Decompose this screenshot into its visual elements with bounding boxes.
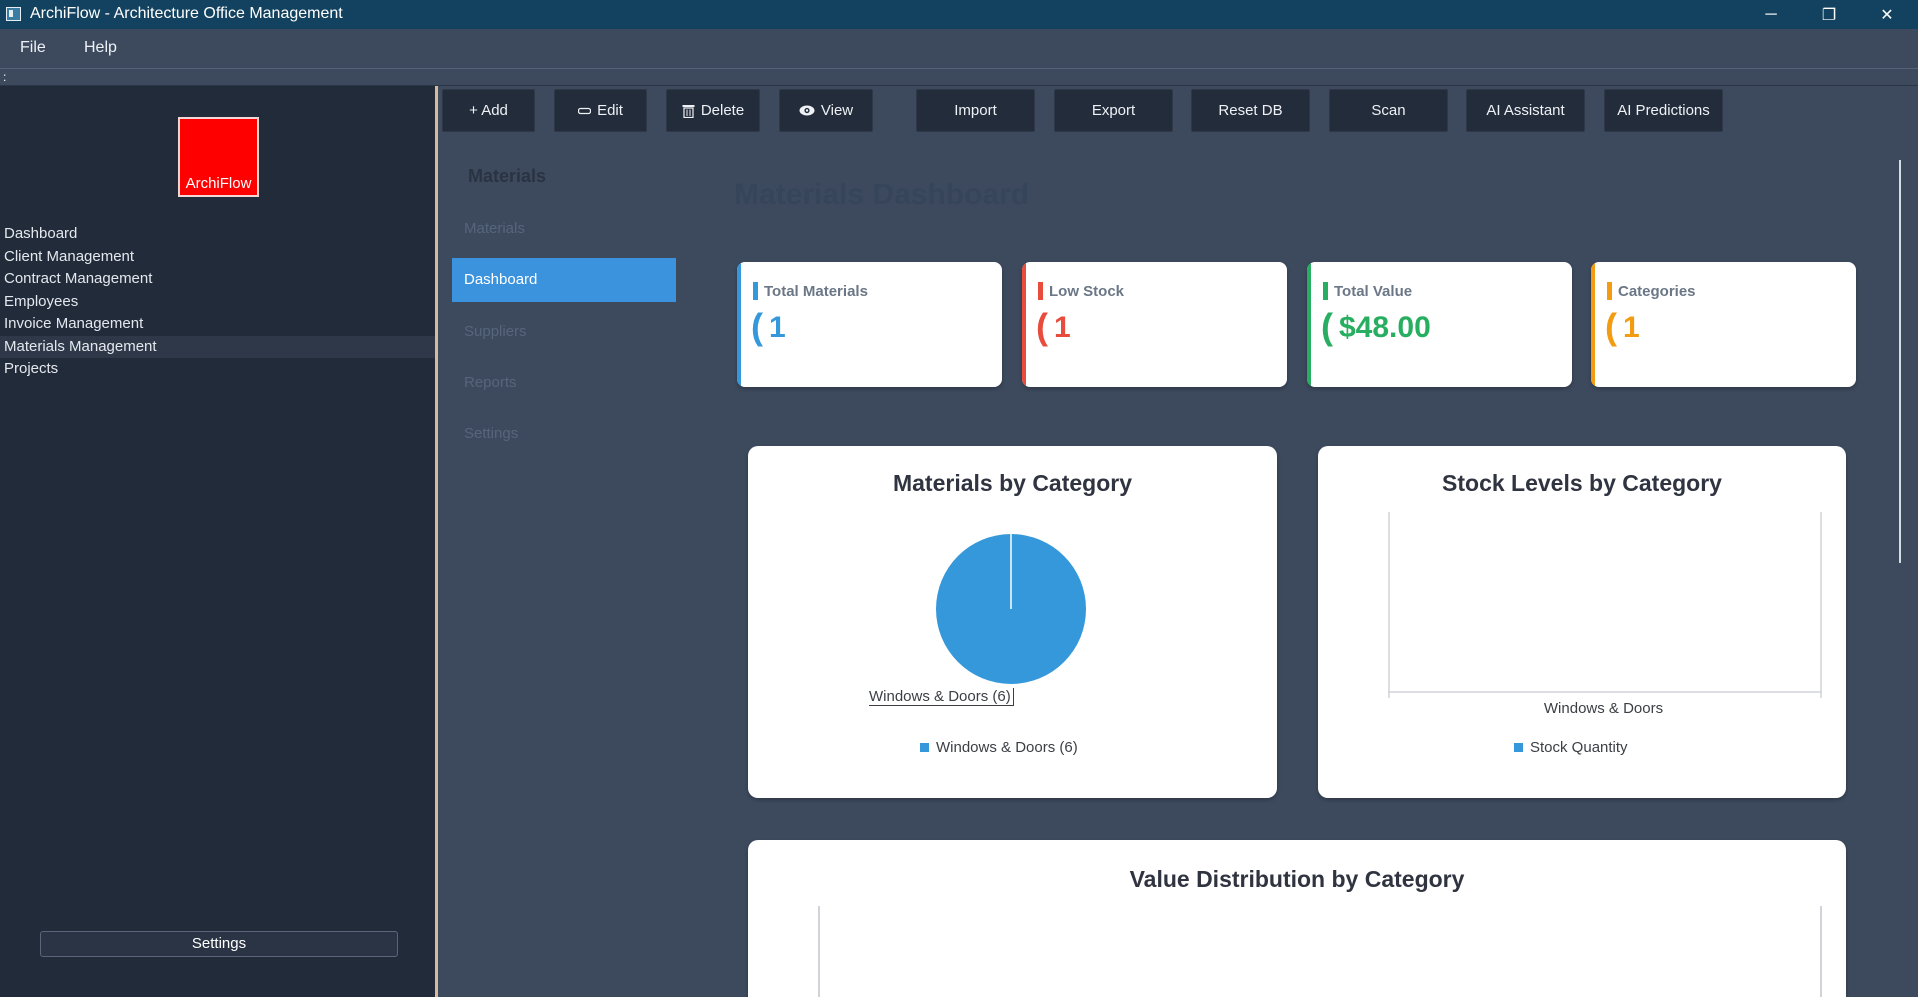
card-label: Total Value	[1334, 283, 1413, 300]
card-marker	[1038, 282, 1043, 300]
pie-slice-label: Windows & Doors (6)	[869, 688, 1014, 706]
card-label: Low Stock	[1049, 283, 1125, 300]
settings-button[interactable]: Settings	[40, 931, 398, 957]
x-tick-label: Windows & Doors	[1543, 700, 1664, 717]
ai-predictions-button[interactable]: AI Predictions	[1604, 89, 1723, 132]
subnav-item-materials[interactable]: Materials	[452, 207, 676, 251]
reset-db-label: Reset DB	[1218, 102, 1283, 119]
chart-title: Materials by Category	[892, 470, 1133, 496]
sidebar-item-invoice-management[interactable]: Invoice Management	[0, 313, 435, 335]
app-icon	[6, 7, 21, 21]
stat-card-low-stock: Low Stock ( 1	[1022, 262, 1287, 387]
import-button[interactable]: Import	[916, 89, 1035, 132]
menu-help[interactable]: Help	[84, 39, 117, 57]
value-distribution-chart: Value Distribution by Category	[748, 840, 1846, 997]
scan-label: Scan	[1371, 102, 1406, 119]
card-marker	[1607, 282, 1612, 300]
sidebar-item-client-management[interactable]: Client Management	[0, 246, 435, 268]
close-icon: ✕	[1880, 6, 1894, 24]
subnav-item-dashboard[interactable]: Dashboard	[452, 258, 676, 302]
scan-button[interactable]: Scan	[1329, 89, 1448, 132]
trash-icon	[682, 104, 695, 118]
eye-icon	[799, 105, 815, 116]
edit-label: Edit	[597, 102, 623, 119]
ai-assistant-label: AI Assistant	[1486, 102, 1565, 119]
minimize-button[interactable]: ─	[1748, 0, 1794, 29]
card-value-bracket: (	[751, 306, 763, 347]
add-label: + Add	[469, 102, 508, 119]
card-value-bracket: (	[1321, 306, 1333, 347]
view-button[interactable]: View	[779, 89, 873, 132]
y-axis-line	[818, 906, 820, 997]
export-button[interactable]: Export	[1054, 89, 1173, 132]
subnav-item-reports[interactable]: Reports	[452, 361, 676, 405]
stock-levels-by-category-chart: Stock Levels by Category Windows & Doors…	[1318, 446, 1846, 798]
restore-icon: ❐	[1821, 6, 1837, 24]
subnav-item-suppliers[interactable]: Suppliers	[452, 310, 676, 354]
stat-card-categories: Categories ( 1	[1591, 262, 1856, 387]
pie-chart	[936, 534, 1086, 684]
import-label: Import	[954, 102, 997, 119]
menu-file[interactable]: File	[20, 39, 46, 57]
pencil-icon	[578, 107, 592, 114]
card-value: 1	[769, 311, 786, 344]
legend-swatch	[1514, 743, 1523, 752]
delete-button[interactable]: Delete	[666, 89, 760, 132]
logo-text: ArchiFlow	[185, 175, 252, 192]
card-marker	[753, 282, 758, 300]
add-button[interactable]: + Add	[442, 89, 535, 132]
legend-label: Windows & Doors (6)	[936, 739, 1078, 756]
right-axis-line	[1820, 906, 1822, 997]
app-logo: ArchiFlow	[178, 117, 259, 197]
minimize-icon: ─	[1765, 5, 1777, 23]
legend-swatch	[920, 743, 929, 752]
card-value: 1	[1623, 311, 1640, 344]
sidebar-item-projects[interactable]: Projects	[0, 358, 435, 380]
sidebar-item-employees[interactable]: Employees	[0, 291, 435, 313]
sidebar-item-contract-management[interactable]: Contract Management	[0, 268, 435, 290]
pie-legend: Windows & Doors (6)	[920, 739, 1078, 756]
card-accent-bar	[1307, 262, 1311, 387]
chart-title: Value Distribution by Category	[1129, 866, 1465, 892]
materials-by-category-chart: Materials by Category Windows & Doors (6…	[748, 446, 1277, 798]
menu-bar: File Help	[0, 29, 1918, 69]
sidebar-splitter[interactable]	[435, 86, 438, 997]
view-label: View	[820, 102, 854, 119]
ai-predictions-label: AI Predictions	[1617, 102, 1710, 119]
card-value: $48.00	[1339, 311, 1431, 344]
card-accent-bar	[1022, 262, 1026, 387]
stat-card-total-materials: Total Materials ( 1	[737, 262, 1002, 387]
export-label: Export	[1091, 102, 1136, 119]
card-marker	[1323, 282, 1328, 300]
page-title: Materials Dashboard	[734, 178, 1030, 211]
restore-button[interactable]: ❐	[1806, 0, 1852, 29]
card-accent-bar	[1591, 262, 1595, 387]
chart-title: Stock Levels by Category	[1442, 470, 1722, 496]
scrollbar[interactable]	[1899, 160, 1901, 563]
reset-db-button[interactable]: Reset DB	[1191, 89, 1310, 132]
ai-assistant-button[interactable]: AI Assistant	[1466, 89, 1585, 132]
legend-label: Stock Quantity	[1530, 739, 1628, 756]
card-accent-bar	[737, 262, 741, 387]
bar-plot-area	[1388, 512, 1822, 698]
card-value: 1	[1054, 311, 1071, 344]
delete-label: Delete	[700, 102, 745, 119]
card-value-bracket: (	[1605, 306, 1617, 347]
bar-legend: Stock Quantity	[1514, 739, 1628, 756]
card-value-bracket: (	[1036, 306, 1048, 347]
sidebar-item-dashboard[interactable]: Dashboard	[0, 223, 435, 245]
close-button[interactable]: ✕	[1864, 0, 1910, 29]
toolbar-handle[interactable]: :	[3, 70, 6, 84]
card-label: Categories	[1618, 283, 1696, 300]
subnav-item-settings[interactable]: Settings	[452, 412, 676, 456]
sidebar-item-materials-management[interactable]: Materials Management	[0, 336, 435, 358]
stat-card-total-value: Total Value ( $48.00	[1307, 262, 1572, 387]
title-bar: ArchiFlow - Architecture Office Manageme…	[0, 0, 1918, 29]
edit-button[interactable]: Edit	[554, 89, 647, 132]
subnav-title: Materials	[468, 166, 547, 186]
card-label: Total Materials	[764, 283, 868, 300]
window-title: ArchiFlow - Architecture Office Manageme…	[30, 5, 343, 22]
